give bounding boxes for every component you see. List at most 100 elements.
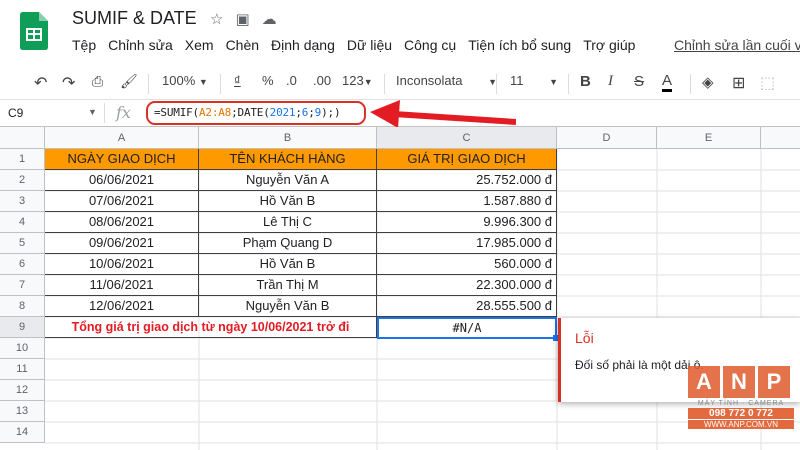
redo-icon[interactable]: ↷ [62,73,75,93]
font-size-select[interactable]: 11 ▼ [510,73,558,88]
row-header[interactable]: 10 [0,338,45,359]
watermark-letter: A [688,366,720,398]
table-cell[interactable]: 10/06/2021 [45,254,199,275]
select-all-corner[interactable] [0,127,45,149]
more-formats-select[interactable]: 123▼ [342,73,373,88]
menu-view[interactable]: Xem [185,37,222,53]
menu-format[interactable]: Định dạng [271,37,343,53]
formula-number: 2021 [269,106,296,119]
table-cell[interactable]: 08/06/2021 [45,212,199,233]
table-cell[interactable]: 25.752.000 đ [377,170,557,191]
decrease-decimal-button[interactable]: .0 [286,73,297,88]
last-edit-link[interactable]: Chỉnh sửa lần cuối vài [674,37,800,53]
undo-icon[interactable]: ↶ [34,73,47,93]
borders-icon[interactable]: ⊞ [732,73,745,93]
header-cell-customer[interactable]: TÊN KHÁCH HÀNG [199,149,377,170]
row-header[interactable]: 4 [0,212,45,233]
menu-data[interactable]: Dữ liệu [347,37,400,53]
font-select[interactable]: Inconsolata ▼ [396,73,497,88]
table-cell[interactable]: 1.587.880 đ [377,191,557,212]
total-label-cell[interactable]: Tổng giá trị giao dịch từ ngày 10/06/202… [45,317,377,338]
column-header-a[interactable]: A [45,127,199,149]
menu-insert[interactable]: Chèn [226,37,267,53]
row-header[interactable]: 7 [0,275,45,296]
watermark-subtitle: MÁY TÍNH · CAMERA [697,400,785,407]
menu-edit[interactable]: Chỉnh sửa [108,37,181,53]
row-header[interactable]: 1 [0,149,45,170]
row-header[interactable]: 14 [0,422,45,443]
column-header-d[interactable]: D [557,127,657,149]
row-header[interactable]: 9 [0,317,45,338]
font-size-value: 11 [510,73,524,88]
fill-color-icon[interactable]: ◈ [702,73,714,91]
column-header-c[interactable]: C [377,127,557,149]
header-cell-date[interactable]: NGÀY GIAO DỊCH [45,149,199,170]
chevron-down-icon: ▼ [549,77,559,87]
bold-button[interactable]: B [580,73,591,90]
row-header[interactable]: 6 [0,254,45,275]
chevron-down-icon: ▼ [198,77,208,87]
formula-part: =SUMIF( [154,106,199,119]
formula-range: A2:A8 [198,106,232,119]
table-cell[interactable]: 11/06/2021 [45,275,199,296]
increase-decimal-button[interactable]: .00 [313,73,331,88]
column-header-f[interactable] [761,127,800,149]
row-header[interactable]: 5 [0,233,45,254]
text-color-button[interactable]: A [662,73,673,92]
table-cell[interactable]: Nguyễn Văn B [199,296,377,317]
table-cell[interactable]: 9.996.300 đ [377,212,557,233]
table-cell[interactable]: Hồ Văn B [199,254,377,275]
table-cell[interactable]: Hồ Văn B [199,191,377,212]
selected-cell-c9[interactable]: #N/A [377,317,557,339]
formula-input[interactable]: =SUMIF(A2:A8;DATE(2021;6;9);) [154,106,341,119]
table-cell[interactable]: 12/06/2021 [45,296,199,317]
row-header[interactable]: 13 [0,401,45,422]
paint-format-icon[interactable]: 🖌 [120,73,138,90]
menu-help[interactable]: Trợ giúp [583,37,643,53]
anp-watermark: A N P MÁY TÍNH · CAMERA 098 772 0 772 WW… [688,366,794,429]
table-cell[interactable]: Phạm Quang D [199,233,377,254]
menu-addons[interactable]: Tiện ích bổ sung [468,37,579,53]
row-header[interactable]: 2 [0,170,45,191]
strikethrough-button[interactable]: S [634,73,644,90]
table-cell[interactable]: Nguyễn Văn A [199,170,377,191]
menu-bar: Tệp Chỉnh sửa Xem Chèn Định dạng Dữ liệu… [72,37,647,53]
table-cell[interactable]: 06/06/2021 [45,170,199,191]
italic-icon[interactable]: I [608,73,613,90]
watermark-site: WWW.ANP.COM.VN [688,420,794,429]
document-title[interactable]: SUMIF & DATE [72,8,197,29]
row-header[interactable]: 12 [0,380,45,401]
currency-button[interactable]: ₫ [234,73,241,88]
merge-cells-icon[interactable]: ⬚ [760,73,775,93]
toolbar: ↶ ↷ ⎙ 🖌 100% ▼ ₫ % .0 .00 123▼ Inconsola… [0,66,800,100]
title-bar: SUMIF & DATE ☆ ▣ ☁ Tệp Chỉnh sửa Xem Chè… [0,0,800,66]
zoom-select[interactable]: 100% ▼ [162,73,208,88]
column-header-e[interactable]: E [657,127,761,149]
table-cell[interactable]: 09/06/2021 [45,233,199,254]
error-title: Lỗi [575,330,594,346]
fx-icon: fx [116,103,131,122]
name-box[interactable]: C9 [8,106,23,120]
table-cell[interactable]: 17.985.000 đ [377,233,557,254]
print-icon[interactable]: ⎙ [92,73,103,90]
table-cell[interactable]: 22.300.000 đ [377,275,557,296]
column-header-b[interactable]: B [199,127,377,149]
table-cell[interactable]: 28.555.500 đ [377,296,557,317]
row-header[interactable]: 11 [0,359,45,380]
row-header[interactable]: 8 [0,296,45,317]
menu-tools[interactable]: Công cụ [404,37,464,53]
watermark-letter: P [758,366,790,398]
table-cell[interactable]: 560.000 đ [377,254,557,275]
percent-button[interactable]: % [262,73,274,88]
cloud-status-icon[interactable]: ☁ [262,10,277,28]
move-folder-icon[interactable]: ▣ [235,10,249,28]
chevron-down-icon[interactable]: ▼ [88,107,97,117]
star-icon[interactable]: ☆ [210,10,223,28]
table-cell[interactable]: Trần Thị M [199,275,377,296]
menu-file[interactable]: Tệp [72,37,104,53]
table-cell[interactable]: 07/06/2021 [45,191,199,212]
table-cell[interactable]: Lê Thị C [199,212,377,233]
header-cell-value[interactable]: GIÁ TRỊ GIAO DỊCH [377,149,557,170]
row-header[interactable]: 3 [0,191,45,212]
sheets-logo-icon[interactable] [20,12,48,50]
